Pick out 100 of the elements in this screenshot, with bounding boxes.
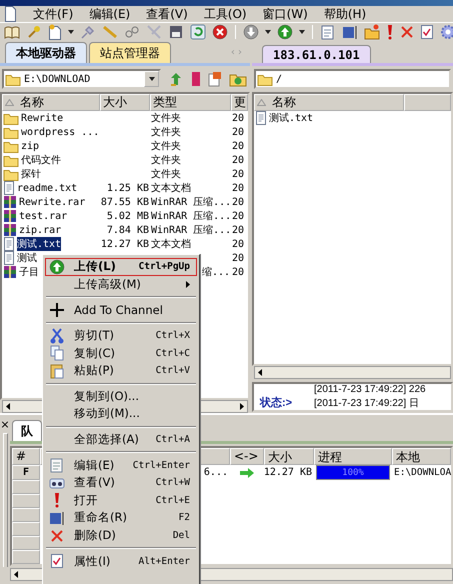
caret-icon[interactable] xyxy=(265,30,271,34)
menu-item[interactable]: 打开 Ctrl+E xyxy=(45,492,197,510)
column-header[interactable]: 大小 xyxy=(100,94,150,111)
file-name[interactable]: zip.rar xyxy=(19,224,62,236)
gear-icon[interactable] xyxy=(440,24,453,40)
menu-item[interactable]: 编辑(E) Ctrl+Enter xyxy=(45,456,197,474)
menu-item[interactable]: 帮助(H) xyxy=(316,6,374,22)
file-date: 20 xyxy=(232,224,244,236)
column-header[interactable]: 类型 xyxy=(150,94,231,111)
upload-icon[interactable] xyxy=(277,24,293,40)
new-folder-icon[interactable] xyxy=(208,71,222,87)
tab[interactable]: 183.61.0.101 xyxy=(262,45,371,63)
progress-text: 100% xyxy=(342,468,364,478)
file-name[interactable]: 探针 xyxy=(21,167,41,181)
new-document-icon[interactable] xyxy=(48,24,62,40)
file-name[interactable]: zip xyxy=(21,140,40,152)
menu-item[interactable]: 查看(V) xyxy=(138,6,196,22)
file-size: 7.84 KB xyxy=(106,224,149,236)
caret-icon[interactable] xyxy=(299,30,305,34)
file-name[interactable]: 测试.txt xyxy=(17,237,62,251)
scroll-left-icon[interactable] xyxy=(6,403,10,410)
row-number: F xyxy=(12,465,40,480)
delete-icon[interactable] xyxy=(400,25,414,39)
file-name[interactable]: 子目 xyxy=(19,265,39,279)
file-date: 20 xyxy=(232,140,244,152)
file-name[interactable]: 测试 xyxy=(17,251,37,265)
menu-item[interactable]: 粘贴(P) Ctrl+V xyxy=(45,362,197,380)
path-field[interactable]: E:\DOWNLOAD xyxy=(2,69,161,89)
file-name[interactable]: wordpress ... xyxy=(21,126,100,138)
properties-icon xyxy=(50,553,64,570)
column-header[interactable]: 名称 xyxy=(254,94,404,111)
caret-icon[interactable] xyxy=(148,77,154,81)
scroll-right-icon[interactable] xyxy=(240,403,244,410)
text-file-icon xyxy=(3,251,15,265)
menu-item[interactable]: 工具(O) xyxy=(196,6,255,22)
column-header[interactable]: 名称 xyxy=(2,94,100,111)
file-name[interactable]: Rewrite xyxy=(21,112,64,124)
folder-icon xyxy=(3,140,19,152)
exclamation-icon[interactable] xyxy=(386,24,394,40)
file-type: 文件夹 xyxy=(151,168,181,181)
file-date: 20 xyxy=(232,154,244,166)
menu-item[interactable]: 上传高级(M) xyxy=(45,276,197,294)
file-name[interactable]: 代码文件 xyxy=(21,153,61,167)
file-name[interactable]: readme.txt xyxy=(17,182,78,194)
checklist-icon[interactable] xyxy=(420,24,434,40)
dropdown-button[interactable] xyxy=(144,71,159,87)
upload-icon xyxy=(49,258,65,275)
file-name: 6... xyxy=(204,467,228,478)
save-icon[interactable] xyxy=(168,24,184,40)
column-header[interactable]: 更 xyxy=(231,94,248,111)
menu-item[interactable]: 查看(V) Ctrl+W xyxy=(45,474,197,492)
link-icon[interactable] xyxy=(124,24,140,40)
book-icon[interactable] xyxy=(4,24,20,40)
download-icon[interactable] xyxy=(243,24,259,40)
file-name[interactable]: Rewrite.rar xyxy=(19,196,86,208)
file-type: 文本文档 xyxy=(151,238,191,251)
notepad-icon[interactable] xyxy=(320,24,336,40)
refresh-icon[interactable] xyxy=(190,24,206,40)
column-header[interactable]: # xyxy=(12,448,40,465)
stop-icon[interactable] xyxy=(212,24,228,40)
pin-icon[interactable] xyxy=(26,24,42,40)
file-size: 12.27 KB xyxy=(100,238,149,250)
scroll-left-icon[interactable] xyxy=(14,571,18,578)
menu-item[interactable]: 重命名(R) F2 xyxy=(45,509,197,527)
path-field[interactable]: / xyxy=(254,69,451,89)
status-label: 状态:> xyxy=(258,396,294,410)
file-date: 20 xyxy=(232,266,244,278)
menu-item[interactable]: 复制(C) Ctrl+C xyxy=(45,344,197,362)
menu-item[interactable]: 全部选择(A) Ctrl+A xyxy=(45,430,197,448)
menu-item[interactable]: 属性(I) Alt+Enter xyxy=(45,552,197,570)
file-type: 文件夹 xyxy=(151,154,181,167)
menu-item[interactable]: 复制到(O)... xyxy=(45,388,197,406)
scrollbar[interactable] xyxy=(254,366,451,379)
menu-item[interactable]: Add To Channel xyxy=(45,301,197,319)
caret-icon[interactable] xyxy=(68,30,74,34)
archive-icon xyxy=(3,195,17,209)
menu-item[interactable]: 编辑(E) xyxy=(81,6,138,22)
column-header[interactable]: 进程 xyxy=(314,448,392,465)
tab[interactable]: 队 xyxy=(12,420,42,441)
sort-icon xyxy=(257,99,266,106)
column-header[interactable]: 大小 xyxy=(264,448,314,465)
exclamation-icon xyxy=(53,492,61,508)
clipboard-icon xyxy=(50,362,64,379)
menu-item[interactable]: 窗口(W) xyxy=(254,6,316,22)
tab[interactable]: 站点管理器 xyxy=(89,42,171,63)
menu-item[interactable]: 上传(L) Ctrl+PgUp xyxy=(45,258,197,276)
document-icon[interactable] xyxy=(4,6,17,22)
file-name[interactable]: test.rar xyxy=(19,210,68,222)
file-name[interactable]: 测试.txt xyxy=(269,111,314,125)
column-header[interactable]: <-> xyxy=(230,448,264,465)
menu-item[interactable]: 文件(F) xyxy=(25,6,82,22)
menu-item[interactable]: 删除(D) Del xyxy=(45,526,197,544)
tab[interactable]: 本地驱动器 xyxy=(5,42,87,63)
menu-item[interactable]: 剪切(T) Ctrl+X xyxy=(45,326,197,344)
column-header[interactable]: 本地 xyxy=(392,448,451,465)
menu-item[interactable]: 移动到(M)... xyxy=(45,405,197,423)
file-date: 20 xyxy=(232,252,244,264)
close-button[interactable]: × xyxy=(0,421,10,429)
local-path: E:\DOWNLOA xyxy=(394,467,451,478)
scroll-left-icon[interactable] xyxy=(258,369,262,376)
